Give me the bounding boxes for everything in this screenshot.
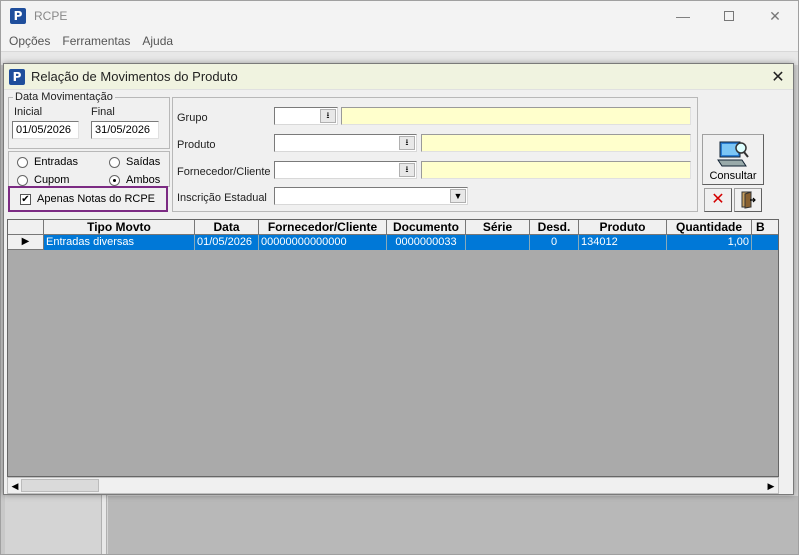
consultar-label: Consultar bbox=[709, 170, 757, 182]
col-b[interactable]: B bbox=[752, 220, 778, 235]
dialog-close-button[interactable]: ✕ bbox=[767, 66, 789, 88]
scroll-thumb[interactable] bbox=[21, 479, 99, 492]
radio-circle bbox=[109, 156, 120, 168]
chevron-down-icon[interactable]: ▼ bbox=[450, 189, 466, 203]
radio-circle bbox=[17, 174, 28, 186]
scroll-left-icon[interactable]: ◀ bbox=[9, 480, 21, 492]
radio-entradas-label: Entradas bbox=[34, 156, 79, 168]
inscricao-label: Inscrição Estadual bbox=[177, 192, 267, 204]
minimize-button[interactable]: — bbox=[660, 1, 706, 31]
minimize-icon: — bbox=[676, 8, 690, 24]
radio-circle-checked bbox=[109, 174, 120, 186]
radio-ambos-label: Ambos bbox=[126, 174, 161, 186]
window-controls: — ✕ bbox=[660, 1, 798, 31]
radio-circle bbox=[17, 156, 28, 168]
end-date-input[interactable]: 31/05/2026 bbox=[91, 121, 159, 139]
grid-header: Tipo Movto Data Fornecedor/Cliente Docum… bbox=[8, 220, 778, 235]
date-group: Data Movimentação Inicial Final 01/05/20… bbox=[8, 91, 170, 149]
produto-description-field[interactable] bbox=[421, 134, 691, 152]
inscricao-estadual-select[interactable]: ▼ bbox=[274, 187, 468, 205]
close-icon: ✕ bbox=[769, 7, 781, 24]
movements-grid: Tipo Movto Data Fornecedor/Cliente Docum… bbox=[7, 219, 779, 477]
scroll-right-icon[interactable]: ▶ bbox=[765, 480, 777, 492]
app-title: RCPE bbox=[34, 9, 68, 23]
col-quantidade[interactable]: Quantidade bbox=[667, 220, 752, 235]
menu-bar: Opções Ferramentas Ajuda bbox=[1, 31, 798, 51]
maximize-icon bbox=[724, 11, 734, 21]
filters-group: Grupo ⭳ Produto ⭳ Fornecedor/Cliente ⭳ I… bbox=[172, 97, 698, 212]
grupo-combo[interactable]: ⭳ bbox=[274, 107, 338, 125]
radio-saidas-label: Saídas bbox=[126, 156, 161, 168]
cell-desd: 0 bbox=[530, 235, 579, 250]
grupo-label: Grupo bbox=[177, 112, 208, 124]
row-pointer-icon: ▶ bbox=[21, 236, 30, 247]
cell-data: 01/05/2026 bbox=[195, 235, 259, 250]
cell-b bbox=[752, 235, 778, 250]
radio-saidas[interactable]: Saídas bbox=[109, 156, 160, 168]
dropdown-arrow-icon[interactable]: ⭳ bbox=[320, 109, 336, 123]
dropdown-arrow-icon[interactable]: ⭳ bbox=[399, 163, 415, 177]
cell-tipo-movto: Entradas diversas bbox=[44, 235, 195, 250]
consultar-button[interactable]: Consultar bbox=[702, 134, 764, 185]
dialog-title-bar: P Relação de Movimentos do Produto ✕ bbox=[4, 64, 793, 90]
produto-label: Produto bbox=[177, 139, 216, 151]
cell-produto: 134012 bbox=[579, 235, 667, 250]
row-indicator: ▶ bbox=[8, 235, 44, 250]
fornecedor-description-field[interactable] bbox=[421, 161, 691, 179]
table-row[interactable]: ▶ Entradas diversas 01/05/2026 000000000… bbox=[8, 235, 778, 250]
menu-ajuda[interactable]: Ajuda bbox=[136, 34, 179, 48]
col-desd[interactable]: Desd. bbox=[530, 220, 579, 235]
apenas-notas-rcpe-checkbox[interactable]: ✔ Apenas Notas do RCPE bbox=[8, 186, 168, 212]
grid-header-indicator bbox=[8, 220, 44, 235]
app-title-bar: P RCPE — ✕ bbox=[1, 1, 798, 31]
grid-horizontal-scrollbar[interactable]: ◀ ▶ bbox=[7, 477, 779, 494]
col-data[interactable]: Data bbox=[195, 220, 259, 235]
col-serie[interactable]: Série bbox=[466, 220, 530, 235]
dialog-title: Relação de Movimentos do Produto bbox=[31, 69, 238, 84]
clear-button[interactable]: ✕ bbox=[704, 188, 732, 212]
radio-cupom[interactable]: Cupom bbox=[17, 174, 69, 186]
produto-combo[interactable]: ⭳ bbox=[274, 134, 417, 152]
movement-type-group: Entradas Saídas Cupom Ambos bbox=[8, 151, 170, 187]
col-produto[interactable]: Produto bbox=[579, 220, 667, 235]
background-lower-area bbox=[108, 496, 798, 554]
radio-entradas[interactable]: Entradas bbox=[17, 156, 78, 168]
cell-fornecedor: 00000000000000 bbox=[259, 235, 387, 250]
cell-documento: 0000000033 bbox=[387, 235, 466, 250]
cell-quantidade: 1,00 bbox=[667, 235, 752, 250]
checkbox-label: Apenas Notas do RCPE bbox=[37, 193, 156, 205]
exit-button[interactable] bbox=[734, 188, 762, 212]
menu-ferramentas[interactable]: Ferramentas bbox=[56, 34, 136, 48]
col-fornecedor-cliente[interactable]: Fornecedor/Cliente bbox=[259, 220, 387, 235]
movimentos-dialog: P Relação de Movimentos do Produto ✕ Dat… bbox=[3, 63, 794, 495]
dropdown-arrow-icon[interactable]: ⭳ bbox=[399, 136, 415, 150]
grupo-description-field[interactable] bbox=[341, 107, 691, 125]
radio-cupom-label: Cupom bbox=[34, 174, 70, 186]
app-logo-icon: P bbox=[10, 8, 26, 24]
col-documento[interactable]: Documento bbox=[387, 220, 466, 235]
close-icon: ✕ bbox=[771, 69, 785, 86]
radio-ambos[interactable]: Ambos bbox=[109, 174, 160, 186]
menu-opcoes[interactable]: Opções bbox=[3, 34, 56, 48]
computer-search-icon bbox=[717, 141, 749, 167]
close-button[interactable]: ✕ bbox=[752, 1, 798, 31]
fornecedor-combo[interactable]: ⭳ bbox=[274, 161, 417, 179]
checkbox-check-icon: ✔ bbox=[20, 193, 31, 205]
cell-serie bbox=[466, 235, 530, 250]
background-divider bbox=[101, 491, 107, 554]
maximize-button[interactable] bbox=[706, 1, 752, 31]
fornecedor-label: Fornecedor/Cliente bbox=[177, 166, 271, 178]
exit-door-icon bbox=[741, 191, 756, 209]
start-date-label: Inicial bbox=[14, 106, 43, 118]
end-date-label: Final bbox=[91, 106, 115, 118]
red-x-icon: ✕ bbox=[711, 191, 725, 208]
col-tipo-movto[interactable]: Tipo Movto bbox=[44, 220, 195, 235]
date-group-legend: Data Movimentação bbox=[13, 91, 115, 103]
start-date-input[interactable]: 01/05/2026 bbox=[12, 121, 79, 139]
dialog-logo-icon: P bbox=[9, 68, 25, 85]
